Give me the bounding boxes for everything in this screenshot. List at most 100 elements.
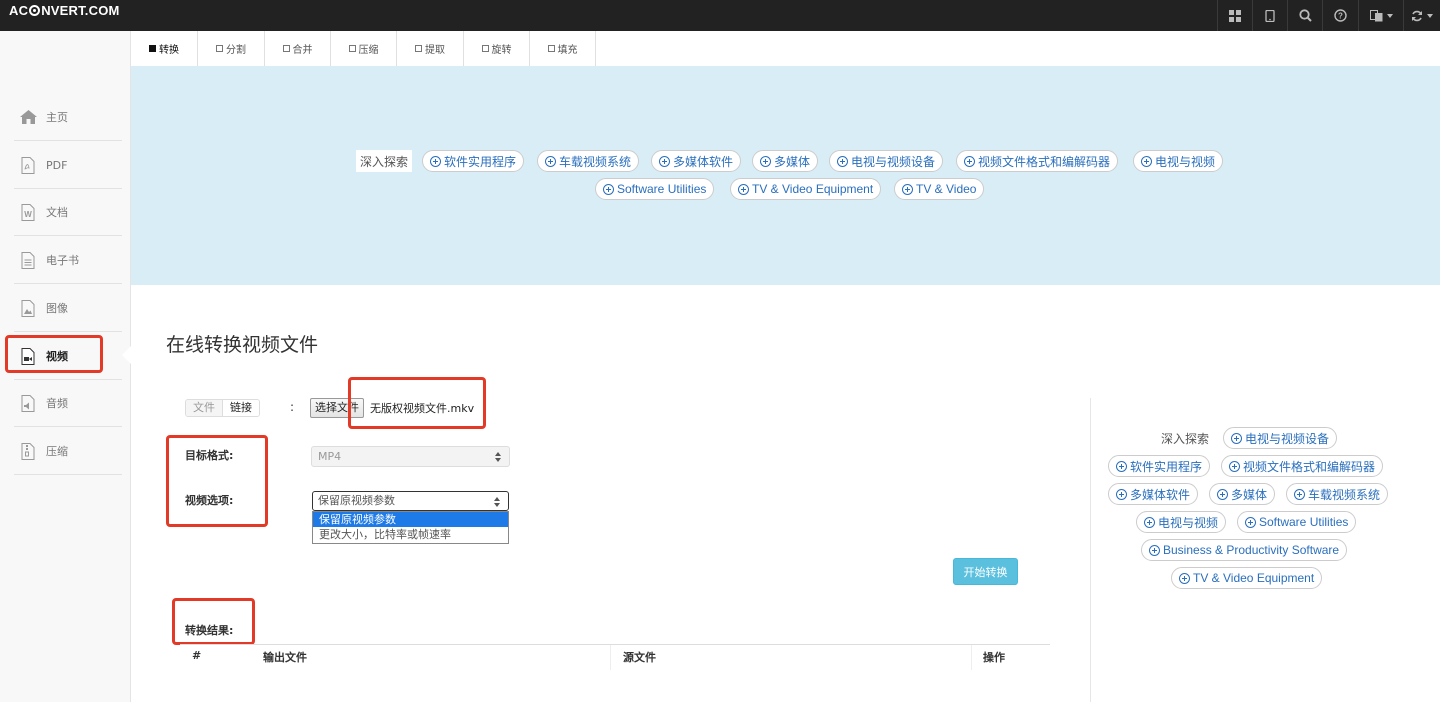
- tag-pill[interactable]: 车载视频系统: [537, 150, 640, 172]
- plus-circle-icon: [1144, 516, 1155, 528]
- table-header-action: 操作: [983, 651, 1005, 664]
- checkbox-icon: [282, 45, 290, 52]
- column-divider: [971, 645, 972, 670]
- highlight-box-result: [172, 598, 255, 645]
- tool-tabs: 转换 分割 合并 压缩 提取 旋转 填充: [131, 31, 596, 66]
- plus-circle-icon: [837, 155, 848, 167]
- ebook-icon: [19, 251, 37, 269]
- plus-circle-icon: [760, 155, 771, 167]
- tab-split[interactable]: 分割: [198, 31, 265, 66]
- language-icon[interactable]: [1358, 0, 1403, 31]
- video-options-select[interactable]: 保留原视频参数: [312, 491, 509, 511]
- column-divider: [610, 645, 611, 670]
- sidebar-item-audio[interactable]: 音频: [14, 380, 122, 427]
- tag-pill[interactable]: 电视与视频: [1133, 150, 1224, 172]
- table-divider: [180, 644, 1050, 645]
- tag-pill[interactable]: 电视与视频设备: [829, 150, 944, 172]
- refresh-icon[interactable]: [1403, 0, 1440, 31]
- plus-circle-icon: [902, 183, 913, 195]
- tab-convert[interactable]: 转换: [131, 31, 198, 66]
- tab-compress[interactable]: 压缩: [331, 31, 397, 66]
- audio-icon: [19, 394, 37, 412]
- home-icon: [19, 108, 37, 126]
- plus-circle-icon: [1294, 488, 1305, 500]
- tag-pill[interactable]: 多媒体软件: [1108, 483, 1199, 505]
- sidebar-item-home[interactable]: 主页: [14, 94, 122, 141]
- tab-extract[interactable]: 提取: [397, 31, 464, 66]
- sidebar-item-archive[interactable]: 压缩: [14, 428, 122, 475]
- grid-icon[interactable]: [1217, 0, 1252, 31]
- plus-circle-icon: [603, 183, 614, 195]
- chevron-down-icon: [1427, 13, 1433, 18]
- video-options-dropdown: 保留原视频参数 更改大小，比特率或帧速率: [312, 511, 509, 544]
- archive-icon: [19, 442, 37, 460]
- plus-circle-icon: [1179, 572, 1190, 584]
- help-icon[interactable]: ?: [1322, 0, 1358, 31]
- plus-circle-icon: [545, 155, 556, 167]
- tag-pill[interactable]: 多媒体: [752, 150, 819, 172]
- checkbox-icon: [216, 45, 223, 52]
- plus-circle-icon: [1245, 516, 1256, 528]
- plus-circle-icon: [1141, 155, 1152, 167]
- word-document-icon: W: [19, 203, 37, 221]
- tag-pill[interactable]: TV & Video: [894, 178, 985, 200]
- explore-label: 深入探索: [356, 150, 413, 172]
- plus-circle-icon: [1149, 544, 1160, 556]
- tag-pill[interactable]: 软件实用程序: [422, 150, 525, 172]
- page-title: 在线转换视频文件: [166, 334, 319, 356]
- sidebar-item-label: 音频: [46, 397, 68, 410]
- sidebar-item-image[interactable]: 图像: [14, 285, 122, 332]
- dropdown-option[interactable]: 更改大小，比特率或帧速率: [313, 527, 508, 542]
- tag-pill[interactable]: Business & Productivity Software: [1141, 539, 1348, 561]
- start-convert-button[interactable]: 开始转换: [953, 558, 1018, 585]
- tab-pad[interactable]: 填充: [530, 31, 596, 66]
- pdf-icon: [19, 156, 37, 174]
- tag-pill[interactable]: 软件实用程序: [1108, 455, 1211, 477]
- tab-rotate[interactable]: 旋转: [464, 31, 530, 66]
- plus-circle-icon: [1229, 460, 1240, 472]
- tag-pill[interactable]: 多媒体: [1209, 483, 1276, 505]
- table-header-num: #: [192, 649, 202, 662]
- source-file-toggle[interactable]: 文件: [186, 400, 223, 416]
- sidebar-item-label: PDF: [46, 158, 68, 172]
- plus-circle-icon: [659, 155, 670, 167]
- colon-label: :: [290, 400, 295, 414]
- tag-pill[interactable]: 多媒体软件: [651, 150, 742, 172]
- sidebar-item-document[interactable]: W 文档: [14, 189, 122, 236]
- source-toggle: 文件 链接: [185, 399, 260, 417]
- tag-pill[interactable]: TV & Video Equipment: [730, 178, 882, 200]
- tag-pill[interactable]: 视频文件格式和编解码器: [1221, 455, 1384, 477]
- tag-pill[interactable]: 车载视频系统: [1286, 483, 1389, 505]
- tag-pill[interactable]: 视频文件格式和编解码器: [956, 150, 1119, 172]
- plus-circle-icon: [738, 183, 749, 195]
- checkbox-icon: [415, 45, 422, 52]
- explore-banner: [131, 66, 1440, 285]
- target-format-select[interactable]: MP4: [311, 446, 510, 467]
- tab-merge[interactable]: 合并: [265, 31, 331, 66]
- sidebar-item-pdf[interactable]: PDF: [14, 142, 122, 189]
- site-logo[interactable]: AC NVERT.COM: [9, 4, 120, 18]
- image-icon: [19, 299, 37, 317]
- svg-text:W: W: [24, 210, 32, 219]
- sidebar-item-ebook[interactable]: 电子书: [14, 237, 122, 284]
- checkbox-icon: [547, 45, 555, 52]
- tag-pill[interactable]: TV & Video Equipment: [1171, 567, 1323, 589]
- tag-pill[interactable]: Software Utilities: [595, 178, 715, 200]
- dropdown-option[interactable]: 保留原视频参数: [313, 512, 508, 527]
- explore-label: 深入探索: [1161, 431, 1210, 446]
- tag-pill[interactable]: 电视与视频设备: [1223, 427, 1338, 449]
- plus-circle-icon: [1231, 432, 1242, 444]
- tablet-icon[interactable]: [1252, 0, 1287, 31]
- sidebar-item-label: 主页: [46, 111, 68, 124]
- highlight-box-video: [5, 335, 103, 373]
- plus-circle-icon: [430, 155, 441, 167]
- plus-circle-icon: [1116, 460, 1127, 472]
- plus-circle-icon: [1116, 488, 1127, 500]
- source-link-toggle[interactable]: 链接: [223, 400, 259, 416]
- chevron-down-icon: [1386, 13, 1393, 18]
- tag-pill[interactable]: Software Utilities: [1237, 511, 1357, 533]
- plus-circle-icon: [1217, 488, 1228, 500]
- tag-pill[interactable]: 电视与视频: [1136, 511, 1227, 533]
- table-header-output: 输出文件: [263, 651, 307, 664]
- search-icon[interactable]: [1287, 0, 1322, 31]
